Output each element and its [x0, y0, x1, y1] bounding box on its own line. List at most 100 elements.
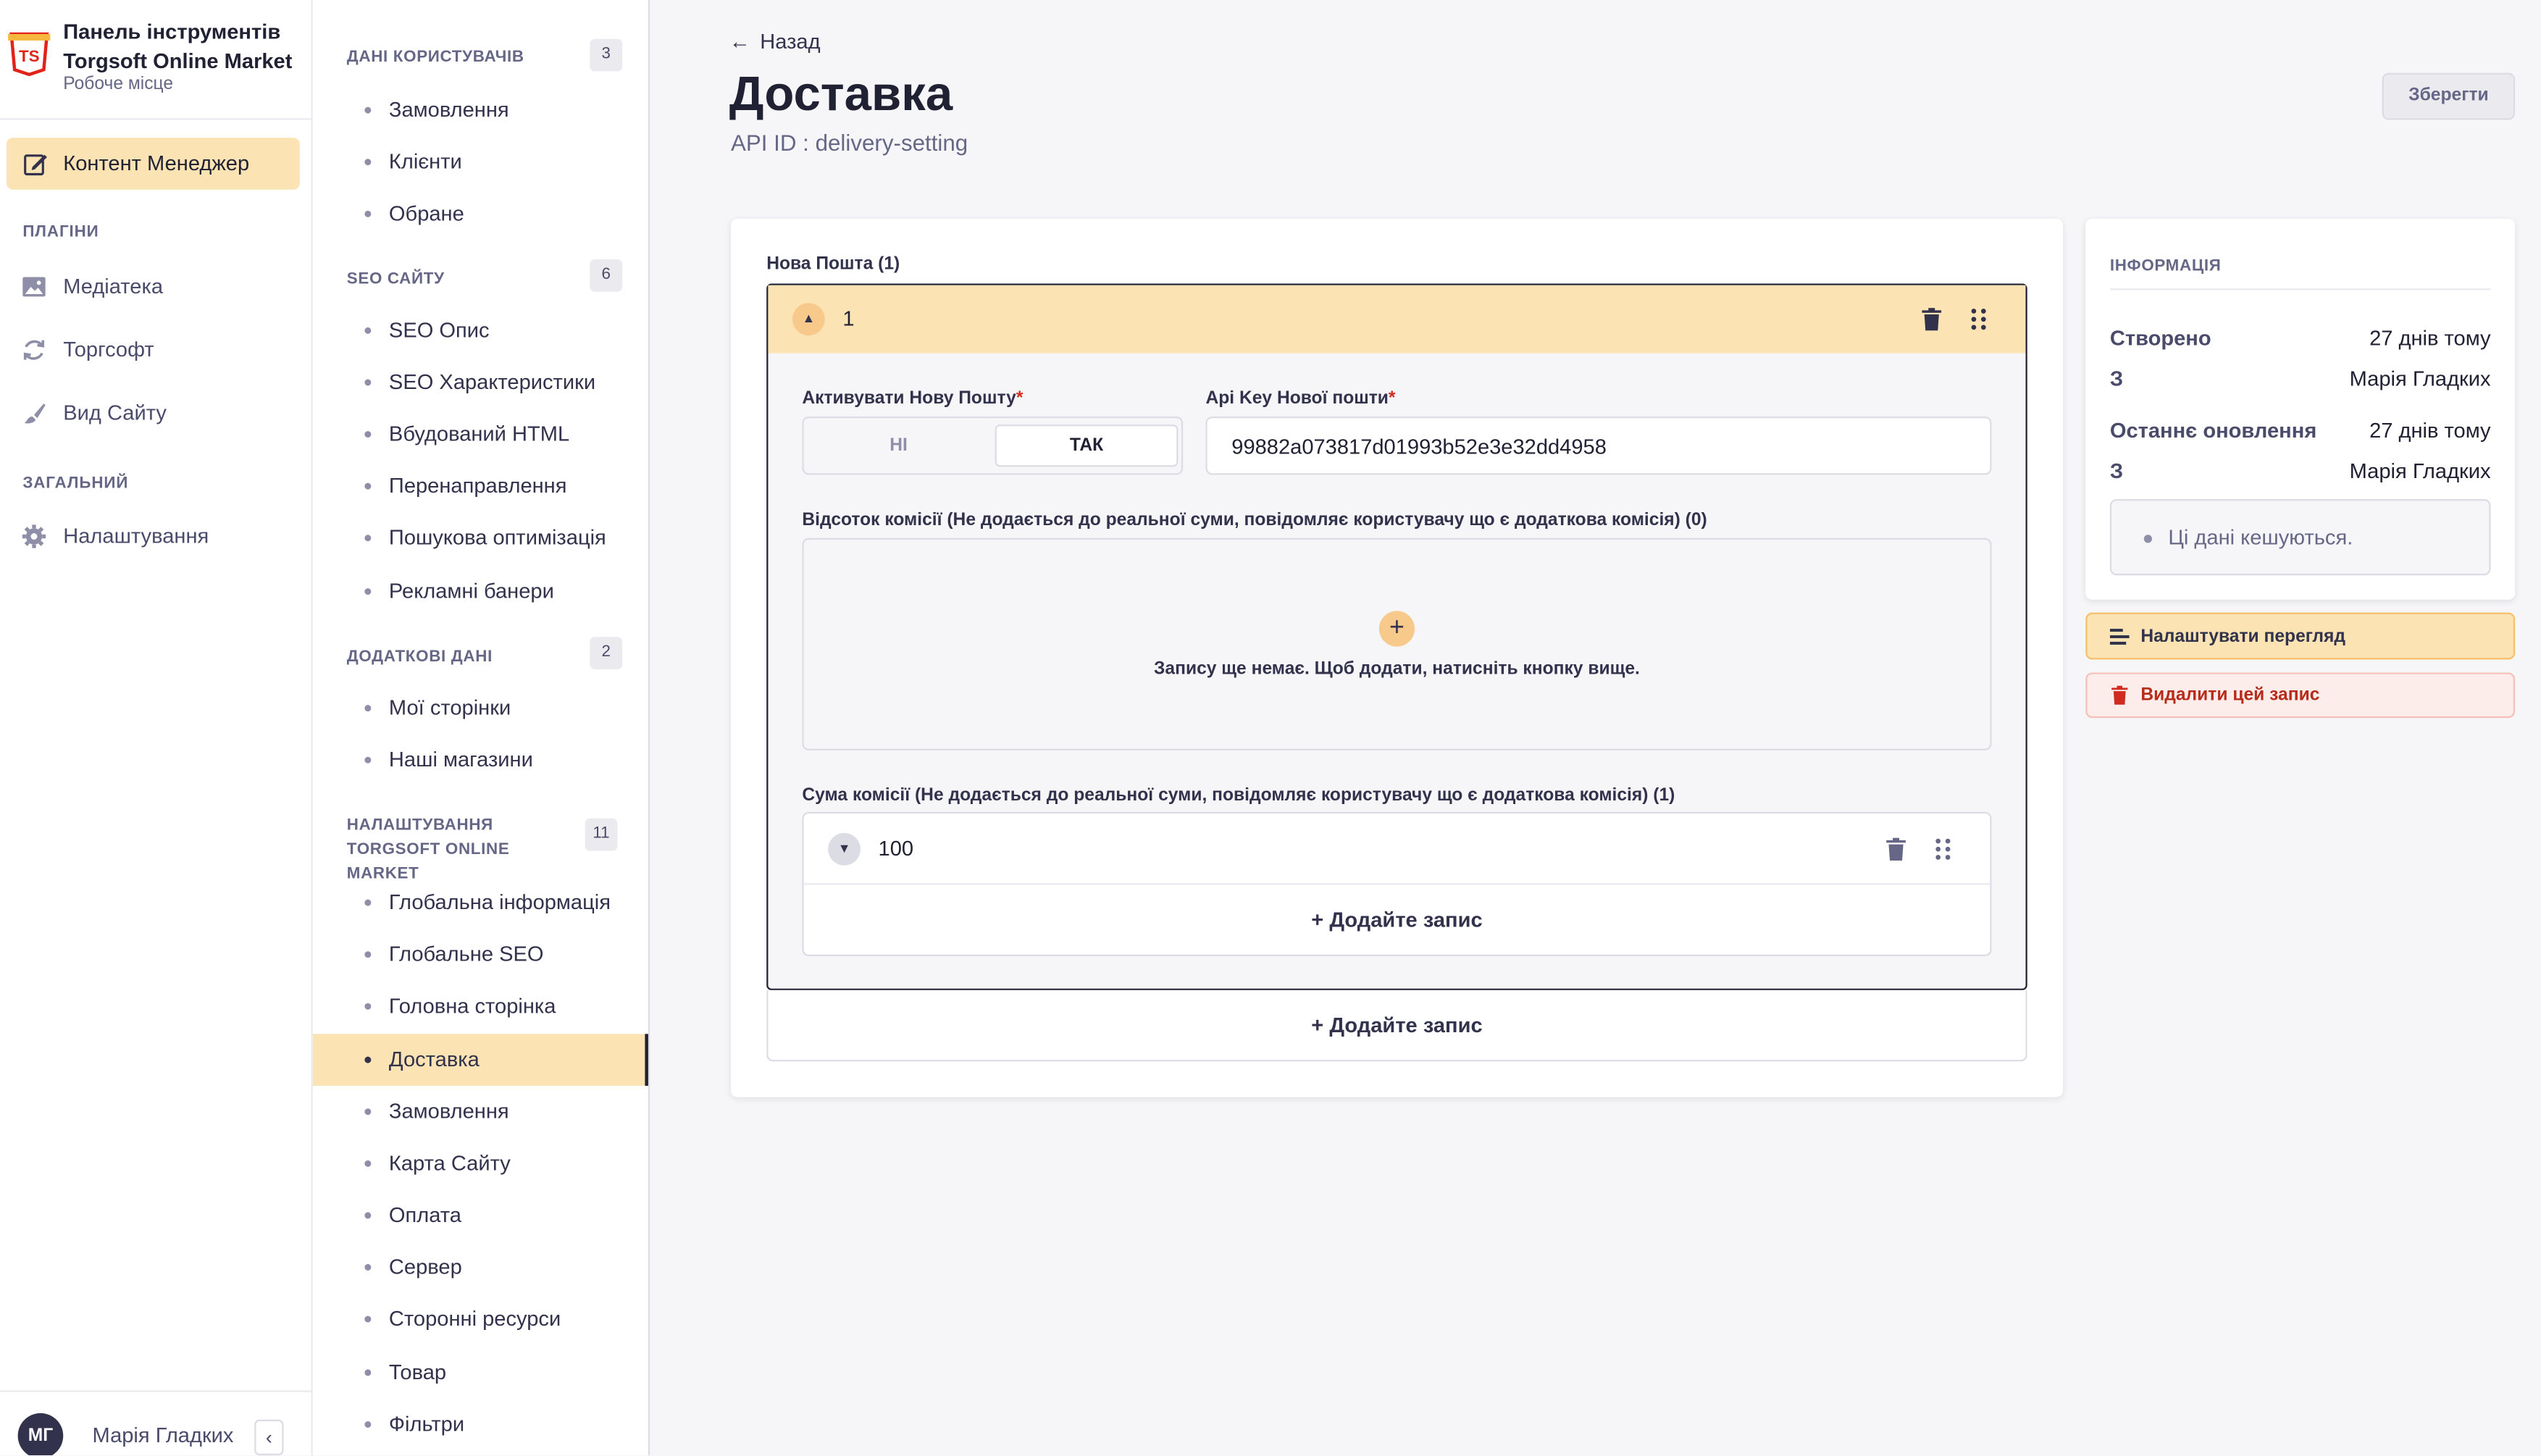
subnav-item-label: Оплата [388, 1202, 462, 1227]
info-title: ІНФОРМАЦІЯ [2109, 257, 2222, 276]
created-value: 27 днів тому [2369, 325, 2491, 351]
nav-settings[interactable]: Налаштування [0, 517, 311, 556]
information-panel: ІНФОРМАЦІЯ Створено 27 днів тому З Марія… [2085, 219, 2516, 600]
subnav-item[interactable]: SEO Опис [313, 305, 648, 357]
subnav-item[interactable]: Наші магазини [313, 734, 648, 786]
nav-site-view[interactable]: Вид Сайту [0, 394, 311, 433]
subnav-item[interactable]: Вбудований HTML [313, 409, 648, 461]
subnav-item[interactable]: Глобальна інформація [313, 876, 648, 929]
subnav-item[interactable]: Рекламні банери [313, 566, 648, 618]
entry-index: 1 [842, 306, 855, 331]
subnav-group-title[interactable]: ДАНІ КОРИСТУВАЧІВ [347, 46, 590, 70]
plugins-section-title: ПЛАГІНИ [22, 223, 99, 242]
subnav-item[interactable]: Замовлення [313, 1086, 648, 1138]
subnav-item-active[interactable]: Доставка [312, 1034, 648, 1086]
delete-entry-button[interactable]: Видалити цей запис [2085, 672, 2516, 719]
bullet-icon [364, 1003, 372, 1010]
user-bar: МГ Марія Гладких ‹ [0, 1390, 311, 1456]
toggle-on-option[interactable]: ТАК [995, 424, 1179, 467]
cache-note: Ці дані кешуються. [2109, 499, 2491, 576]
bullet-icon [364, 379, 372, 386]
subnav-item[interactable]: Оплата [313, 1189, 648, 1242]
subnav-item[interactable]: Обране [313, 188, 648, 240]
trash-icon[interactable] [1886, 837, 1906, 861]
add-sum-entry-button[interactable]: + Додайте запис [804, 908, 1990, 932]
sum-entry-row[interactable]: ▼ 100 [803, 813, 1990, 885]
subnav-item[interactable]: Сервер [313, 1242, 648, 1294]
subnav-item[interactable]: Замовлення [313, 84, 648, 136]
collapse-entry-button[interactable]: ▲ [792, 303, 825, 336]
subnav-item[interactable]: Головна сторінка [313, 981, 648, 1033]
subnav-item-label: Замовлення [388, 97, 509, 122]
nav-media-library-label: Медіатека [63, 274, 164, 298]
subnav-item[interactable]: Карта Сайту [313, 1138, 648, 1190]
subnav-item-label: Обране [388, 201, 464, 225]
subnav-item[interactable]: Перенаправлення [313, 460, 648, 512]
subnav-item-label: Рекламні банери [388, 578, 554, 603]
back-link[interactable]: ← Назад [729, 29, 821, 54]
arrow-left-icon: ← [729, 29, 750, 54]
edit-icon [24, 154, 47, 176]
bullet-icon [364, 159, 372, 166]
bullet-icon [364, 1421, 372, 1428]
sum-field-label: Сума комісії (Не додається до реальної с… [802, 786, 1675, 806]
bullet-icon [364, 705, 372, 712]
subnav-item[interactable]: Клієнти [313, 136, 648, 188]
trash-icon[interactable] [1922, 308, 1942, 331]
chevron-left-icon: ‹ [265, 1426, 272, 1449]
toggle-off-option[interactable]: НІ [804, 418, 994, 473]
subnav-item[interactable]: Глобальне SEO [313, 929, 648, 981]
subnav-item[interactable]: Фільтри [313, 1399, 648, 1451]
subnav-item-label: Товар [388, 1360, 447, 1384]
brush-icon [24, 403, 46, 424]
subnav-item[interactable]: Товар [313, 1347, 648, 1399]
nav-content-manager[interactable]: Контент Менеджер [6, 138, 300, 190]
subnav-group-title[interactable]: НАЛАШТУВАННЯ TORGSOFT ONLINE MARKET [347, 813, 582, 887]
avatar[interactable]: МГ [17, 1413, 64, 1456]
collapse-nav-button[interactable]: ‹ [254, 1419, 284, 1456]
percent-empty-state: + Запису ще немає. Щоб додати, натисніть… [802, 537, 1992, 750]
by-label: З [2109, 366, 2124, 391]
collection-sub-navigation: ДАНІ КОРИСТУВАЧІВ 3 Замовлення Клієнти О… [312, 0, 650, 1456]
subnav-item-label: Глобальна інформація [388, 890, 611, 914]
subnav-item[interactable]: Мої сторінки [313, 682, 648, 735]
api-key-input[interactable]: 99882a073817d01993b52e3e32dd4958 [1205, 416, 1992, 475]
brand-header: TS Панель інструментів Torgsoft Online M… [0, 0, 311, 120]
subnav-item[interactable]: SEO Характеристики [313, 356, 648, 409]
subnav-item[interactable]: Сторонні ресурси [313, 1293, 648, 1345]
cache-note-text: Ці дані кешуються. [2168, 524, 2353, 550]
bullet-icon [364, 1056, 372, 1063]
add-entry-label: Додайте запис [1329, 1013, 1483, 1037]
bullet-icon [364, 1264, 372, 1271]
created-label: Створено [2109, 325, 2211, 351]
component-entry-header[interactable]: ▲ 1 [768, 285, 2026, 353]
add-entry-content: + Додайте запис [768, 1013, 2025, 1037]
nav-media-library[interactable]: Медіатека [0, 267, 311, 306]
add-icon[interactable]: + [1378, 611, 1415, 647]
chevron-up-icon: ▲ [802, 311, 816, 326]
subnav-item[interactable]: Пошукова оптимізація [313, 512, 648, 564]
bullet-icon [364, 1160, 372, 1167]
save-button[interactable]: Зберегти [2382, 72, 2516, 120]
nav-site-view-label: Вид Сайту [63, 400, 167, 425]
bullet-icon [364, 1369, 372, 1376]
list-settings-icon [2109, 629, 2130, 645]
drag-handle-icon[interactable] [1970, 308, 1986, 330]
updated-by-value: Марія Гладких [2349, 459, 2491, 483]
add-nova-poshta-entry-button[interactable]: + Додайте запис [766, 990, 2027, 1062]
activate-toggle[interactable]: НІ ТАК [802, 416, 1184, 475]
subnav-item-label: Пошукова оптимізація [388, 524, 606, 550]
subnav-group-title[interactable]: ДОДАТКОВІ ДАНІ [347, 645, 590, 669]
bullet-icon [364, 431, 372, 438]
nav-torgsoft[interactable]: Торгсофт [0, 330, 311, 369]
subnav-group-title[interactable]: SEO САЙТУ [347, 267, 590, 292]
bullet-icon [364, 951, 372, 958]
drag-handle-icon[interactable] [1935, 838, 1951, 861]
activate-field-label: Активувати Нову Пошту* [802, 389, 1023, 409]
configure-view-label: Налаштувати перегляд [2140, 627, 2346, 647]
api-key-field-label: Api Key Нової пошти* [1205, 389, 1395, 409]
configure-view-button[interactable]: Налаштувати перегляд [2085, 612, 2516, 660]
activate-label-text: Активувати Нову Пошту [802, 388, 1016, 409]
sync-icon [23, 340, 45, 360]
expand-entry-button[interactable]: ▼ [828, 832, 861, 866]
